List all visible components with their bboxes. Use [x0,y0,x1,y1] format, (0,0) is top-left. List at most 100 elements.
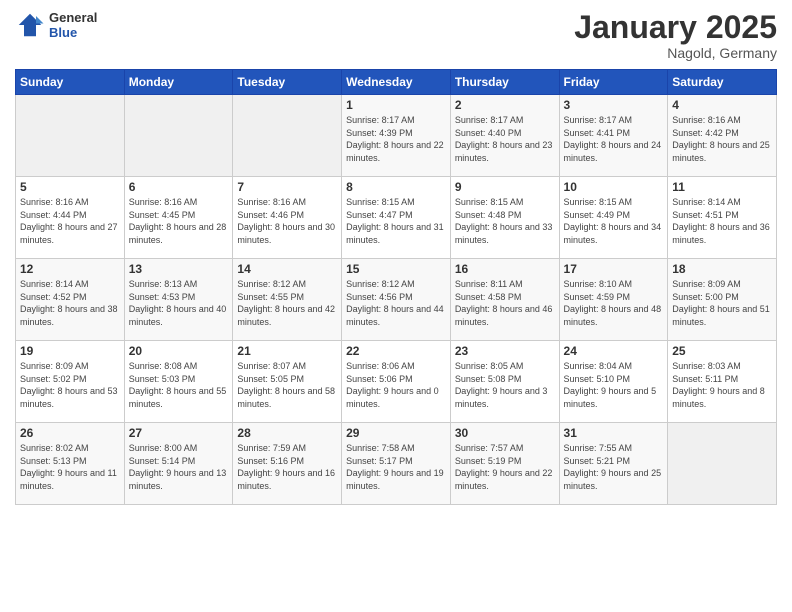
day-number: 23 [455,344,555,358]
header: General Blue January 2025 Nagold, German… [15,10,777,61]
day-number: 7 [237,180,337,194]
day-cell: 19Sunrise: 8:09 AM Sunset: 5:02 PM Dayli… [16,341,125,423]
day-cell: 23Sunrise: 8:05 AM Sunset: 5:08 PM Dayli… [450,341,559,423]
column-header-monday: Monday [124,70,233,95]
day-cell: 30 Sunrise: 7:57 AM Sunset: 5:19 PM Dayli… [450,423,559,505]
day-info: Sunrise: 8:15 AM Sunset: 4:49 PM Dayligh… [564,196,664,246]
day-cell: 6 Sunrise: 8:16 AM Sunset: 4:45 PM Daylig… [124,177,233,259]
day-info: Sunrise: 8:15 AM Sunset: 4:48 PM Dayligh… [455,196,555,246]
day-info: Sunrise: 8:13 AM Sunset: 4:53 PM Dayligh… [129,278,229,328]
day-number: 11 [672,180,772,194]
day-cell: 16 Sunrise: 8:11 AM Sunset: 4:58 PM Dayli… [450,259,559,341]
day-number: 17 [564,262,664,276]
day-number: 10 [564,180,664,194]
day-cell: 7 Sunrise: 8:16 AM Sunset: 4:46 PM Daylig… [233,177,342,259]
day-number: 27 [129,426,229,440]
column-header-tuesday: Tuesday [233,70,342,95]
day-number: 24 [564,344,664,358]
day-number: 2 [455,98,555,112]
column-header-sunday: Sunday [16,70,125,95]
day-number: 13 [129,262,229,276]
day-cell: 4 Sunrise: 8:16 AM Sunset: 4:42 PM Daylig… [668,95,777,177]
day-cell: 1Sunrise: 8:17 AM Sunset: 4:39 PM Daylig… [342,95,451,177]
week-row-2: 5 Sunrise: 8:16 AM Sunset: 4:44 PM Daylig… [16,177,777,259]
column-header-saturday: Saturday [668,70,777,95]
calendar-subtitle: Nagold, Germany [574,45,777,61]
day-number: 12 [20,262,120,276]
day-number: 14 [237,262,337,276]
week-row-5: 26 Sunrise: 8:02 AM Sunset: 5:13 PM Dayli… [16,423,777,505]
day-number: 31 [564,426,664,440]
day-info: Sunrise: 8:09 AM Sunset: 5:02 PM Dayligh… [20,360,120,410]
day-info: Sunrise: 8:16 AM Sunset: 4:42 PM Dayligh… [672,114,772,164]
day-number: 25 [672,344,772,358]
column-header-thursday: Thursday [450,70,559,95]
day-info: Sunrise: 7:59 AM Sunset: 5:16 PM Dayligh… [237,442,337,492]
day-info: Sunrise: 8:02 AM Sunset: 5:13 PM Dayligh… [20,442,120,492]
day-info: Sunrise: 7:57 AM Sunset: 5:19 PM Dayligh… [455,442,555,492]
day-cell [233,95,342,177]
day-info: Sunrise: 8:12 AM Sunset: 4:56 PM Dayligh… [346,278,446,328]
day-number: 8 [346,180,446,194]
day-cell: 5 Sunrise: 8:16 AM Sunset: 4:44 PM Daylig… [16,177,125,259]
day-info: Sunrise: 7:58 AM Sunset: 5:17 PM Dayligh… [346,442,446,492]
logo-blue-text: Blue [49,25,97,40]
day-cell: 22Sunrise: 8:06 AM Sunset: 5:06 PM Dayli… [342,341,451,423]
day-cell: 11 Sunrise: 8:14 AM Sunset: 4:51 PM Dayli… [668,177,777,259]
calendar-container: General Blue January 2025 Nagold, German… [0,0,792,515]
day-cell: 18Sunrise: 8:09 AM Sunset: 5:00 PM Dayli… [668,259,777,341]
day-cell: 21Sunrise: 8:07 AM Sunset: 5:05 PM Dayli… [233,341,342,423]
day-cell: 29 Sunrise: 7:58 AM Sunset: 5:17 PM Dayli… [342,423,451,505]
day-info: Sunrise: 8:10 AM Sunset: 4:59 PM Dayligh… [564,278,664,328]
day-cell: 2Sunrise: 8:17 AM Sunset: 4:40 PM Daylig… [450,95,559,177]
day-cell [668,423,777,505]
day-number: 16 [455,262,555,276]
day-info: Sunrise: 8:12 AM Sunset: 4:55 PM Dayligh… [237,278,337,328]
day-cell: 13 Sunrise: 8:13 AM Sunset: 4:53 PM Dayli… [124,259,233,341]
day-info: Sunrise: 8:16 AM Sunset: 4:46 PM Dayligh… [237,196,337,246]
day-info: Sunrise: 8:06 AM Sunset: 5:06 PM Dayligh… [346,360,446,410]
day-cell: 12Sunrise: 8:14 AM Sunset: 4:52 PM Dayli… [16,259,125,341]
week-row-3: 12Sunrise: 8:14 AM Sunset: 4:52 PM Dayli… [16,259,777,341]
day-cell [124,95,233,177]
week-row-1: 1Sunrise: 8:17 AM Sunset: 4:39 PM Daylig… [16,95,777,177]
calendar-title: January 2025 [574,10,777,45]
day-info: Sunrise: 8:07 AM Sunset: 5:05 PM Dayligh… [237,360,337,410]
day-info: Sunrise: 8:03 AM Sunset: 5:11 PM Dayligh… [672,360,772,410]
day-number: 4 [672,98,772,112]
day-cell: 9 Sunrise: 8:15 AM Sunset: 4:48 PM Daylig… [450,177,559,259]
day-info: Sunrise: 8:14 AM Sunset: 4:51 PM Dayligh… [672,196,772,246]
day-number: 30 [455,426,555,440]
day-info: Sunrise: 8:11 AM Sunset: 4:58 PM Dayligh… [455,278,555,328]
day-cell: 17 Sunrise: 8:10 AM Sunset: 4:59 PM Dayli… [559,259,668,341]
day-number: 1 [346,98,446,112]
day-cell: 20Sunrise: 8:08 AM Sunset: 5:03 PM Dayli… [124,341,233,423]
day-cell: 3 Sunrise: 8:17 AM Sunset: 4:41 PM Daylig… [559,95,668,177]
logo: General Blue [15,10,97,40]
day-cell [16,95,125,177]
day-info: Sunrise: 8:17 AM Sunset: 4:41 PM Dayligh… [564,114,664,164]
day-cell: 25 Sunrise: 8:03 AM Sunset: 5:11 PM Dayli… [668,341,777,423]
day-info: Sunrise: 8:15 AM Sunset: 4:47 PM Dayligh… [346,196,446,246]
day-cell: 31 Sunrise: 7:55 AM Sunset: 5:21 PM Dayli… [559,423,668,505]
day-info: Sunrise: 8:16 AM Sunset: 4:45 PM Dayligh… [129,196,229,246]
day-number: 5 [20,180,120,194]
day-number: 3 [564,98,664,112]
day-info: Sunrise: 7:55 AM Sunset: 5:21 PM Dayligh… [564,442,664,492]
column-header-wednesday: Wednesday [342,70,451,95]
day-number: 6 [129,180,229,194]
day-cell: 28Sunrise: 7:59 AM Sunset: 5:16 PM Dayli… [233,423,342,505]
day-info: Sunrise: 8:16 AM Sunset: 4:44 PM Dayligh… [20,196,120,246]
day-number: 20 [129,344,229,358]
day-number: 29 [346,426,446,440]
day-cell: 15Sunrise: 8:12 AM Sunset: 4:56 PM Dayli… [342,259,451,341]
column-header-friday: Friday [559,70,668,95]
day-number: 26 [20,426,120,440]
logo-general-text: General [49,10,97,25]
day-cell: 26 Sunrise: 8:02 AM Sunset: 5:13 PM Dayli… [16,423,125,505]
title-block: January 2025 Nagold, Germany [574,10,777,61]
day-number: 9 [455,180,555,194]
day-info: Sunrise: 8:00 AM Sunset: 5:14 PM Dayligh… [129,442,229,492]
week-row-4: 19Sunrise: 8:09 AM Sunset: 5:02 PM Dayli… [16,341,777,423]
day-number: 18 [672,262,772,276]
